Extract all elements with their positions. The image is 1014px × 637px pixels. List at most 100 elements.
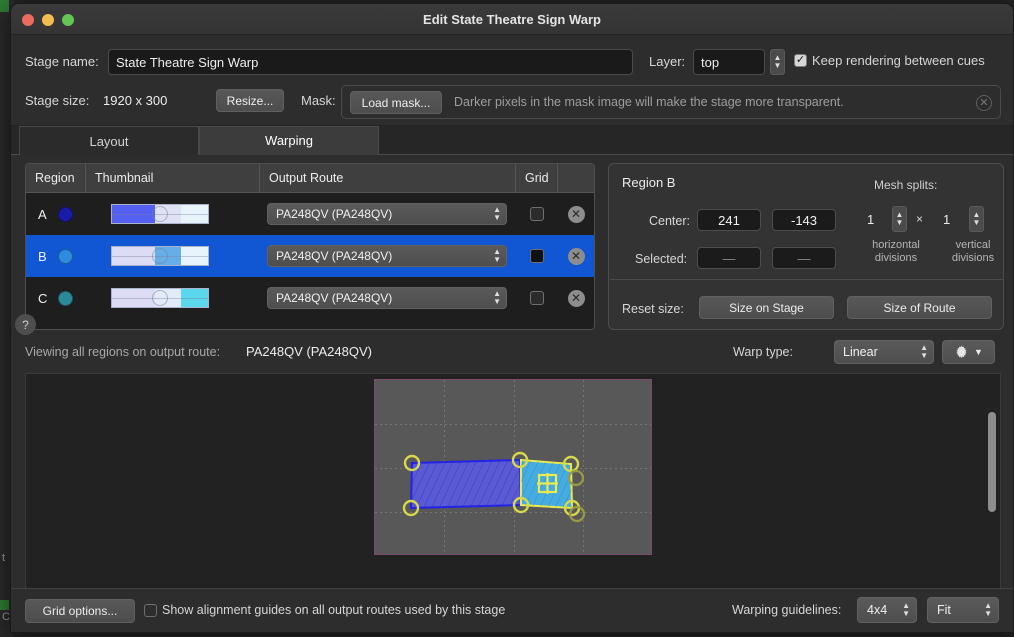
output-route-value: PA248QV (PA248QV) [276,291,392,305]
close-circle-icon[interactable]: ✕ [568,290,585,307]
output-route-select[interactable]: PA248QV (PA248QV) ▲▼ [267,203,507,225]
size-on-stage-button[interactable]: Size on Stage [699,296,834,319]
warping-panel: Region Thumbnail Output Route Grid A [11,155,1013,598]
center-y-field[interactable]: -143 [772,209,836,231]
output-route-value: PA248QV (PA248QV) [276,207,392,221]
chevron-updown-icon[interactable]: ▲▼ [493,248,501,264]
region-thumbnail [111,288,209,308]
table-header-row: Region Thumbnail Output Route Grid [26,164,594,193]
warp-type-value: Linear [843,345,878,359]
guidelines-size-value: 4x4 [867,603,887,617]
size-of-route-button[interactable]: Size of Route [847,296,992,319]
mesh-vertical-stepper[interactable]: ▲ ▼ [969,206,984,232]
chevron-updown-icon[interactable]: ▲▼ [984,602,992,618]
gear-icon [954,345,969,360]
stepper-down-icon[interactable]: ▼ [973,219,981,227]
column-header-thumbnail: Thumbnail [86,164,260,192]
center-label: Center: [649,214,690,228]
grid-cell [516,291,558,305]
mesh-multiply-symbol: × [916,212,923,226]
mask-group: Load mask... Darker pixels in the mask i… [341,85,1001,119]
grid-checkbox[interactable] [530,291,544,305]
grid-checkbox[interactable] [530,207,544,221]
chevron-updown-icon[interactable]: ▲▼ [493,206,501,222]
grid-cell [516,207,558,221]
grid-cell [516,249,558,263]
warp-settings-button[interactable]: ▼ [942,340,995,364]
region-color-dot [58,207,73,222]
chevron-updown-icon[interactable]: ▲▼ [920,344,928,360]
window-titlebar: Edit State Theatre Sign Warp [11,4,1013,35]
table-row[interactable]: C PA248QV (PA248QV) ▲▼ [26,277,594,319]
mesh-horizontal-stepper[interactable]: ▲ ▼ [892,206,907,232]
table-row[interactable]: A PA248QV (PA248QV) ▲▼ [26,193,594,235]
background-green-accent [0,0,9,12]
warp-canvas-area[interactable] [25,373,1001,590]
canvas-vertical-scrollbar[interactable] [988,412,996,512]
layer-stepper[interactable]: ▲ ▼ [770,49,785,75]
region-color-dot [58,291,73,306]
tab-layout[interactable]: Layout [19,126,199,155]
stage-name-label: Stage name: [25,54,99,69]
show-alignment-guides-checkbox[interactable]: ✓ Show alignment guides on all output ro… [144,603,505,617]
mesh-vertical-value: 1 [943,212,950,227]
grid-checkbox[interactable] [530,249,544,263]
region-detail-panel: Region B Mesh splits: Center: 241 -143 S… [608,163,1004,330]
mesh-horizontal-value: 1 [867,212,874,227]
selected-y-field[interactable]: — [772,247,836,269]
panel-divider [610,279,1004,280]
tab-warping[interactable]: Warping [199,126,379,155]
stage-size-label: Stage size: [25,93,89,108]
help-question-icon[interactable]: ? [15,314,36,335]
table-row[interactable]: B PA248QV (PA248QV) ▲▼ [26,235,594,277]
tab-bar: Layout Warping [11,126,1013,155]
stepper-down-icon[interactable]: ▼ [774,62,782,70]
region-cell: C [26,291,86,306]
chevron-updown-icon[interactable]: ▲▼ [902,602,910,618]
region-panel-title: Region B [622,175,675,190]
warp-type-select[interactable]: Linear ▲▼ [834,340,934,364]
stage-size-row: Stage size: 1920 x 300 Resize... Mask: L… [11,85,1013,119]
close-circle-icon[interactable]: ✕ [568,248,585,265]
footer-bar: Grid options... ✓ Show alignment guides … [11,588,1013,632]
chevron-down-icon[interactable]: ▼ [974,347,983,357]
column-header-grid: Grid [516,164,558,192]
viewing-row: Viewing all regions on output route: PA2… [11,337,1013,369]
region-letter: C [38,291,48,306]
warping-guidelines-label: Warping guidelines: [732,603,841,617]
close-circle-icon[interactable]: ✕ [568,206,585,223]
output-route-select[interactable]: PA248QV (PA248QV) ▲▼ [267,287,507,309]
stepper-down-icon[interactable]: ▼ [896,219,904,227]
selected-x-field[interactable]: — [697,247,761,269]
layer-label: Layer: [649,54,685,69]
output-route-cell: PA248QV (PA248QV) ▲▼ [260,287,516,309]
selected-label: Selected: [635,252,687,266]
stage-name-input[interactable] [108,49,633,75]
region-color-dot [58,249,73,264]
viewing-label: Viewing all regions on output route: [25,345,220,359]
warp-mesh-overlay[interactable] [375,380,653,556]
stage-preview[interactable] [374,379,652,555]
grid-options-button[interactable]: Grid options... [25,599,135,623]
resize-button[interactable]: Resize... [216,89,284,112]
checkbox-icon[interactable]: ✓ [794,54,807,67]
region-thumbnail [111,246,209,266]
center-x-field[interactable]: 241 [697,209,761,231]
chevron-updown-icon[interactable]: ▲▼ [493,290,501,306]
edit-stage-warp-window: Edit State Theatre Sign Warp Stage name:… [10,3,1014,633]
output-route-select[interactable]: PA248QV (PA248QV) ▲▼ [267,245,507,267]
load-mask-button[interactable]: Load mask... [350,91,442,114]
layer-input[interactable] [693,49,765,75]
checkbox-icon[interactable]: ✓ [144,604,157,617]
keep-rendering-checkbox[interactable]: ✓ Keep rendering between cues [794,53,985,68]
guidelines-size-select[interactable]: 4x4 ▲▼ [857,597,917,623]
stage-header-form: Stage name: Layer: ▲ ▼ ✓ Keep rendering … [11,35,1013,126]
guidelines-fit-select[interactable]: Fit ▲▼ [927,597,999,623]
column-header-output-route: Output Route [260,164,516,192]
delete-cell: ✕ [558,206,594,223]
output-route-value: PA248QV (PA248QV) [276,249,392,263]
region-a-hatch [411,460,521,508]
clear-circle-icon[interactable]: ✕ [976,95,992,111]
stage-name-row: Stage name: Layer: ▲ ▼ ✓ Keep rendering … [11,49,1013,75]
region-thumbnail [111,204,209,224]
